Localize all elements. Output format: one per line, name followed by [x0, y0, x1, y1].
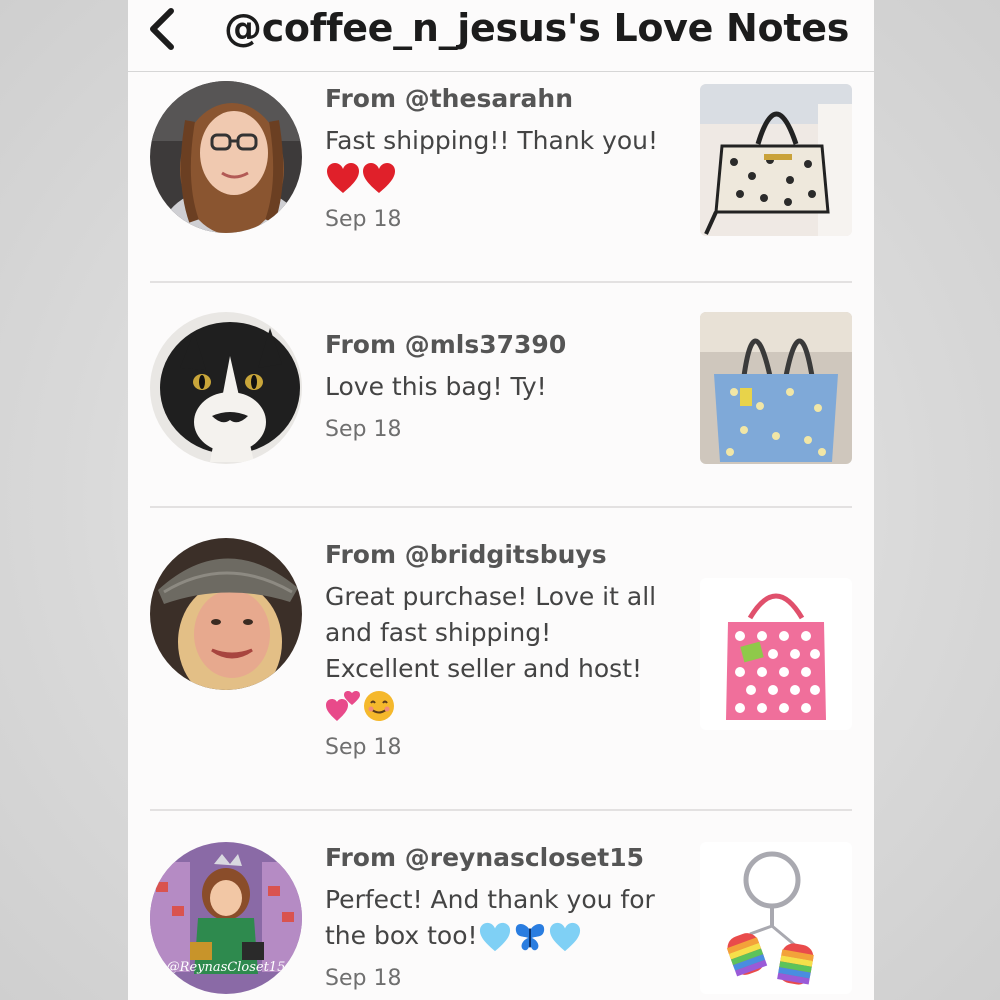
note-text: From @bridgitsbuys Great purchase! Love …: [325, 540, 680, 760]
divider: [150, 809, 852, 811]
note-message-line: and fast shipping!: [325, 618, 552, 647]
note-message: Fast shipping!! Thank you!: [325, 126, 659, 155]
note-message-line: Great purchase! Love it all: [325, 582, 657, 611]
note-date: Sep 18: [325, 207, 402, 232]
back-button[interactable]: [142, 6, 182, 52]
note-message: Love this bag! Ty!: [325, 372, 547, 401]
smiling-face-icon: [364, 691, 394, 721]
avatar[interactable]: [150, 538, 302, 690]
avatar[interactable]: [150, 81, 302, 233]
note-message-line: Perfect! And thank you for: [325, 885, 655, 914]
avatar[interactable]: @ReynasCloset15: [150, 842, 302, 994]
note-sender[interactable]: From @mls37390: [325, 330, 680, 359]
screen: @coffee_n_jesus's Love Notes From @thesa…: [128, 0, 874, 1000]
page-title: @coffee_n_jesus's Love Notes: [224, 6, 850, 50]
note-sender[interactable]: From @bridgitsbuys: [325, 540, 680, 569]
butterfly-icon: [515, 924, 544, 951]
divider: [150, 506, 852, 508]
item-thumbnail[interactable]: [700, 312, 852, 464]
note-message-text: the box too!: [325, 921, 478, 950]
note-text: From @reynascloset15 Perfect! And thank …: [325, 843, 680, 991]
header-bar: @coffee_n_jesus's Love Notes: [128, 0, 874, 72]
note-date: Sep 18: [325, 735, 402, 760]
two-hearts-icon: [326, 691, 360, 721]
heart-icon: [327, 163, 359, 193]
note-date: Sep 18: [325, 966, 402, 991]
note-emojis: [325, 687, 680, 723]
note-text: From @mls37390 Love this bag! Ty! Sep 18: [325, 330, 680, 442]
avatar[interactable]: [150, 312, 302, 464]
heart-icon: [363, 163, 395, 193]
note-date: Sep 18: [325, 417, 402, 442]
note-message-line: the box too!: [325, 918, 680, 954]
item-thumbnail[interactable]: [700, 842, 852, 994]
avatar-caption: @ReynasCloset15: [166, 960, 286, 975]
blue-heart-icon: [549, 922, 580, 952]
item-thumbnail[interactable]: [700, 578, 852, 730]
note-emojis: [325, 159, 680, 195]
note-text: From @thesarahn Fast shipping!! Thank yo…: [325, 84, 680, 232]
note-message-line: Excellent seller and host!: [325, 654, 643, 683]
item-thumbnail[interactable]: [700, 84, 852, 236]
chevron-left-icon: [150, 8, 174, 50]
blue-heart-icon: [479, 922, 510, 952]
note-sender[interactable]: From @reynascloset15: [325, 843, 680, 872]
note-sender[interactable]: From @thesarahn: [325, 84, 680, 113]
divider: [150, 281, 852, 283]
